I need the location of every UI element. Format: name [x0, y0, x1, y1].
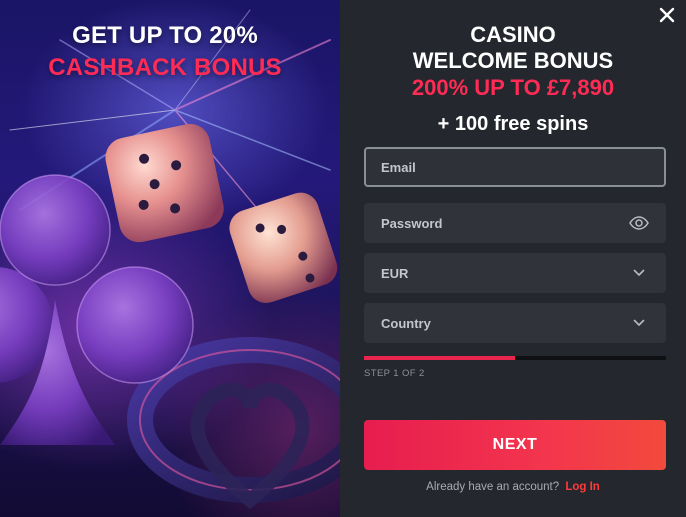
step-progress-fill: [364, 356, 515, 360]
step-progress-bar: [364, 356, 666, 360]
signup-panel: CASINO WELCOME BONUS 200% UP TO £7,890 +…: [340, 0, 686, 517]
login-link[interactable]: Log In: [565, 481, 600, 493]
die-one: [105, 123, 224, 243]
currency-value: EUR: [381, 265, 409, 281]
country-placeholder: Country: [381, 315, 431, 331]
password-field[interactable]: Password: [364, 203, 666, 243]
currency-dropdown-arrow: [629, 263, 649, 283]
country-dropdown-arrow: [629, 313, 649, 333]
email-field[interactable]: Email: [364, 147, 666, 187]
country-select[interactable]: Country: [364, 303, 666, 343]
password-placeholder: Password: [381, 215, 443, 231]
promo-banner: GET UP TO 20% CASHBACK BONUS: [0, 0, 340, 517]
currency-select[interactable]: EUR: [364, 253, 666, 293]
offer-amount: 200% UP TO £7,890: [411, 75, 615, 100]
die-two: [229, 192, 338, 303]
offer-title: CASINO: [470, 22, 556, 47]
chevron-down-icon: [633, 319, 645, 326]
step-indicator: STEP 1 OF 2: [364, 368, 425, 379]
login-question: Already have an account?: [426, 481, 560, 493]
eye-icon: [629, 216, 649, 230]
promo-headline: GET UP TO 20%: [72, 22, 258, 49]
login-prompt: Already have an account? Log In: [340, 481, 686, 493]
promo-subheadline: CASHBACK BONUS: [48, 54, 282, 81]
chevron-down-icon: [633, 269, 645, 276]
password-visibility-toggle[interactable]: [629, 213, 649, 233]
email-placeholder: Email: [381, 159, 416, 175]
offer-subtitle: WELCOME BONUS: [412, 48, 614, 73]
next-button[interactable]: NEXT: [364, 420, 666, 470]
offer-spins: + 100 free spins: [437, 113, 589, 135]
